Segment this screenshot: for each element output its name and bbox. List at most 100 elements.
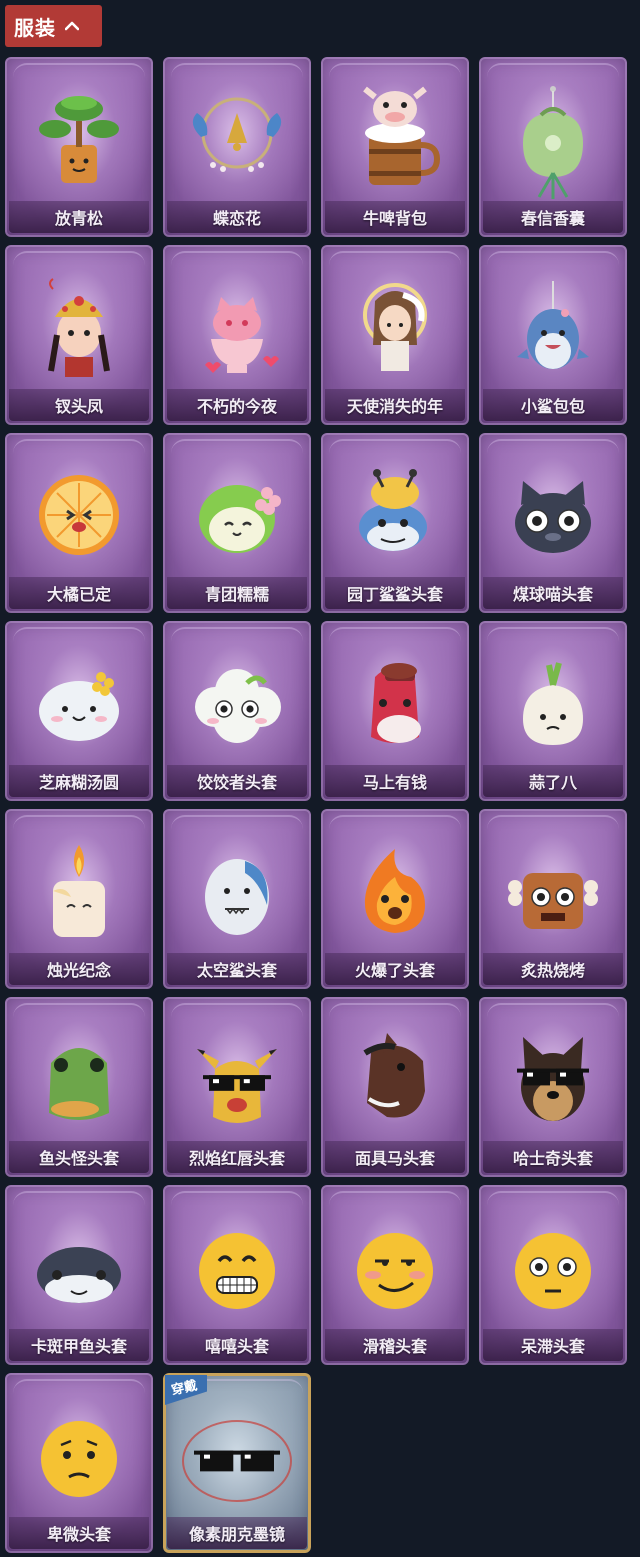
- costume-card[interactable]: 园丁鲨鲨头套: [321, 433, 469, 613]
- costume-name: 煤球喵头套: [512, 585, 593, 604]
- costume-tab[interactable]: 服装: [5, 5, 102, 47]
- costume-name: 蝶恋花: [212, 209, 261, 228]
- costume-card[interactable]: 蒜了八: [479, 621, 627, 801]
- costume-name: 大橘已定: [46, 585, 111, 604]
- costume-name: 芝麻糊汤圆: [38, 773, 119, 792]
- fish-mask-head-icon: [5, 1013, 153, 1143]
- costume-card[interactable]: 大橘已定: [5, 433, 153, 613]
- costume-name: 春信香囊: [520, 209, 585, 228]
- costume-card[interactable]: 穿戴 像素朋克墨镜: [163, 1373, 311, 1553]
- butterfly-bell-ornament-icon: [163, 73, 311, 203]
- dumpling-cloud-head-icon: [163, 637, 311, 767]
- costume-card[interactable]: 太空鲨头套: [163, 809, 311, 989]
- costume-name-bar: 烈焰红唇头套: [167, 1141, 307, 1173]
- costume-name-bar: 蝶恋花: [167, 201, 307, 233]
- costume-card[interactable]: 煤球喵头套: [479, 433, 627, 613]
- green-rice-ball-icon: [163, 449, 311, 579]
- costume-name: 嘻嘻头套: [204, 1337, 269, 1356]
- space-shark-head-icon: [163, 825, 311, 955]
- costume-name: 园丁鲨鲨头套: [346, 585, 443, 604]
- costume-card[interactable]: 春信香囊: [479, 57, 627, 237]
- costume-card[interactable]: 卡斑甲鱼头套: [5, 1185, 153, 1365]
- costume-name-bar: 钗头凤: [9, 389, 149, 421]
- costume-name: 青团糯糯: [204, 585, 269, 604]
- costume-card[interactable]: 滑稽头套: [321, 1185, 469, 1365]
- costume-name: 呆滞头套: [520, 1337, 585, 1356]
- red-horse-head-icon: [321, 637, 469, 767]
- costume-name-bar: 大橘已定: [9, 577, 149, 609]
- costume-card[interactable]: 烛光纪念: [5, 809, 153, 989]
- costume-name-bar: 蒜了八: [483, 765, 623, 797]
- gardener-shark-head-icon: [321, 449, 469, 579]
- costume-card[interactable]: 不朽的今夜: [163, 245, 311, 425]
- husky-sunglasses-head-icon: [479, 1013, 627, 1143]
- garlic-head-icon: [479, 637, 627, 767]
- equipped-badge-label: 穿戴: [170, 1378, 199, 1399]
- costume-card[interactable]: 蝶恋花: [163, 57, 311, 237]
- costume-name-bar: 春信香囊: [483, 201, 623, 233]
- costume-card[interactable]: 哈士奇头套: [479, 997, 627, 1177]
- costume-name-bar: 天使消失的年: [325, 389, 465, 421]
- costume-name-bar: 嘻嘻头套: [167, 1329, 307, 1361]
- costume-name: 火爆了头套: [354, 961, 435, 980]
- costume-name-bar: 炙热烧烤: [483, 953, 623, 985]
- bonsai-pine-icon: [5, 73, 153, 203]
- costume-name: 马上有钱: [362, 773, 427, 792]
- costume-card[interactable]: 天使消失的年: [321, 245, 469, 425]
- costume-name: 鱼头怪头套: [38, 1149, 119, 1168]
- costume-card[interactable]: 钗头凤: [5, 245, 153, 425]
- costume-name-bar: 煤球喵头套: [483, 577, 623, 609]
- costume-name-bar: 芝麻糊汤圆: [9, 765, 149, 797]
- grinning-emoji-head-icon: [163, 1201, 311, 1331]
- costume-name-bar: 卑微头套: [9, 1517, 149, 1549]
- costume-card[interactable]: 鱼头怪头套: [5, 997, 153, 1177]
- chevron-up-icon[interactable]: [64, 18, 80, 34]
- costume-name-bar: 放青松: [9, 201, 149, 233]
- costume-card[interactable]: 烈焰红唇头套: [163, 997, 311, 1177]
- costume-name: 烈焰红唇头套: [188, 1149, 285, 1168]
- costume-name-bar: 鱼头怪头套: [9, 1141, 149, 1173]
- yellow-mouse-sunglasses-icon: [163, 1013, 311, 1143]
- black-cat-head-icon: [479, 449, 627, 579]
- costume-name-bar: 饺饺者头套: [167, 765, 307, 797]
- costume-card[interactable]: 芝麻糊汤圆: [5, 621, 153, 801]
- cow-beer-mug-icon: [321, 73, 469, 203]
- pixel-sunglasses-icon: [163, 1389, 311, 1519]
- costume-name: 太空鲨头套: [196, 961, 277, 980]
- costume-card[interactable]: 马上有钱: [321, 621, 469, 801]
- costume-card[interactable]: 小鲨包包: [479, 245, 627, 425]
- costume-name-bar: 马上有钱: [325, 765, 465, 797]
- phoenix-crown-girl-icon: [5, 261, 153, 391]
- rice-dumpling-icon: [5, 637, 153, 767]
- costume-name-bar: 像素朋克墨镜: [167, 1517, 307, 1549]
- costume-name-bar: 不朽的今夜: [167, 389, 307, 421]
- costume-name: 卑微头套: [46, 1525, 111, 1544]
- costume-name: 炙热烧烤: [520, 961, 585, 980]
- angel-girl-halo-icon: [321, 261, 469, 391]
- costume-card[interactable]: 青团糯糯: [163, 433, 311, 613]
- costume-card[interactable]: 炙热烧烤: [479, 809, 627, 989]
- costume-card[interactable]: 牛啤背包: [321, 57, 469, 237]
- costume-card[interactable]: 放青松: [5, 57, 153, 237]
- costume-card[interactable]: 卑微头套: [5, 1373, 153, 1553]
- costume-card[interactable]: 嘻嘻头套: [163, 1185, 311, 1365]
- costume-card[interactable]: 饺饺者头套: [163, 621, 311, 801]
- costume-card[interactable]: 呆滞头套: [479, 1185, 627, 1365]
- costume-name: 哈士奇头套: [512, 1149, 593, 1168]
- horse-mask-head-icon: [321, 1013, 469, 1143]
- shark-bag-icon: [479, 261, 627, 391]
- costume-name: 滑稽头套: [362, 1337, 427, 1356]
- costume-name: 小鲨包包: [520, 397, 585, 416]
- costume-name: 饺饺者头套: [196, 773, 277, 792]
- costume-name: 卡斑甲鱼头套: [30, 1337, 127, 1356]
- meat-bone-head-icon: [479, 825, 627, 955]
- candle-head-icon: [5, 825, 153, 955]
- costume-name: 牛啤背包: [362, 209, 427, 228]
- costume-name-bar: 卡斑甲鱼头套: [9, 1329, 149, 1361]
- costume-card[interactable]: 火爆了头套: [321, 809, 469, 989]
- costume-name-bar: 火爆了头套: [325, 953, 465, 985]
- costume-name-bar: 滑稽头套: [325, 1329, 465, 1361]
- fire-head-icon: [321, 825, 469, 955]
- pink-cat-bowl-icon: [163, 261, 311, 391]
- costume-card[interactable]: 面具马头套: [321, 997, 469, 1177]
